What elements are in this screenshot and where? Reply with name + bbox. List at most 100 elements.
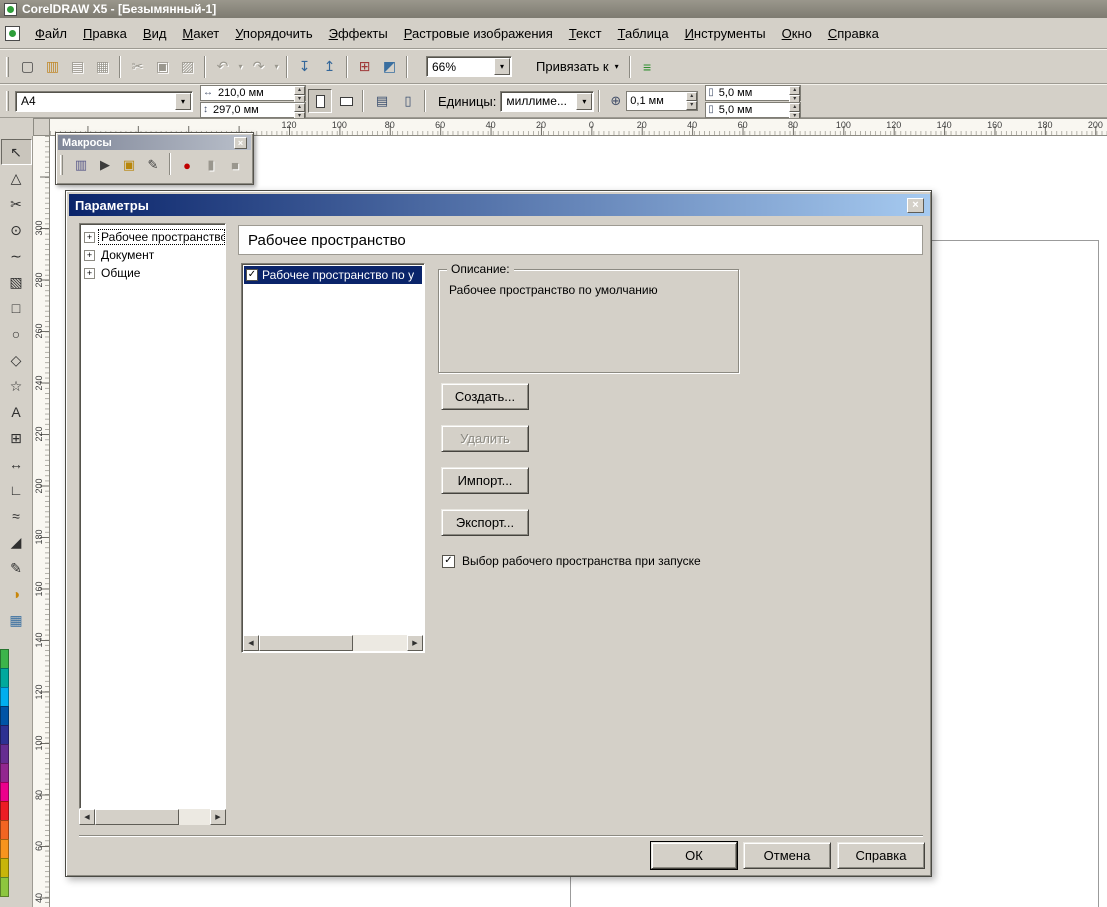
- menu-item[interactable]: Эффекты: [321, 23, 396, 44]
- color-swatch[interactable]: [0, 687, 9, 707]
- workspace-listbox[interactable]: ✓ Рабочее пространство по у ◀ ▶: [241, 263, 425, 653]
- menu-item[interactable]: Файл: [27, 23, 75, 44]
- ok-button[interactable]: ОК: [651, 842, 737, 869]
- menu-item[interactable]: Макет: [174, 23, 227, 44]
- new-document-button[interactable]: ▢: [15, 55, 40, 79]
- pick-tool[interactable]: ↖: [1, 139, 32, 165]
- color-swatch[interactable]: [0, 782, 9, 802]
- tree-item[interactable]: +Общие: [81, 264, 224, 282]
- zoom-dropdown-icon[interactable]: ▾: [494, 58, 510, 75]
- dimension-tool[interactable]: ↔: [1, 451, 32, 477]
- menu-item[interactable]: Растровые изображения: [396, 23, 561, 44]
- redo-button[interactable]: ↷: [246, 55, 271, 79]
- toolbar-grip[interactable]: [6, 57, 9, 77]
- smart-fill-tool[interactable]: ▧: [1, 269, 32, 295]
- menu-item[interactable]: Инструменты: [677, 23, 774, 44]
- paper-height-spinner[interactable]: ▴▾: [294, 103, 305, 117]
- color-swatch[interactable]: [0, 858, 9, 878]
- open-document-button[interactable]: ▥: [40, 55, 65, 79]
- list-scroll-right-button[interactable]: ▶: [407, 635, 423, 651]
- workspace-list-scrollbar[interactable]: ◀ ▶: [243, 635, 423, 651]
- units-dropdown-icon[interactable]: ▾: [576, 93, 592, 110]
- paper-height-field[interactable]: ↕ 297,0 мм ▴▾: [200, 102, 306, 118]
- export-button[interactable]: Экспорт...: [441, 509, 529, 536]
- help-button[interactable]: Справка: [837, 842, 925, 869]
- options-tree-scrollbar[interactable]: ◀ ▶: [79, 809, 226, 825]
- zoom-tool[interactable]: ⊙: [1, 217, 32, 243]
- paper-width-field[interactable]: ↔ 210,0 мм ▴▾: [200, 85, 306, 101]
- record-macro-button[interactable]: ●: [175, 153, 199, 177]
- startup-option-row[interactable]: ✓ Выбор рабочего пространства при запуск…: [442, 554, 701, 568]
- tree-expand-icon[interactable]: +: [84, 232, 95, 243]
- workspace-item-checkbox[interactable]: ✓: [246, 269, 258, 281]
- spin-up-icon[interactable]: ▴: [789, 86, 800, 95]
- polygon-tool[interactable]: ◇: [1, 347, 32, 373]
- print-button[interactable]: ▦: [90, 55, 115, 79]
- corel-connect-button[interactable]: ◩: [377, 55, 402, 79]
- import-button[interactable]: Импорт...: [441, 467, 529, 494]
- tree-scroll-left-button[interactable]: ◀: [79, 809, 95, 825]
- connector-tool[interactable]: ∟: [1, 477, 32, 503]
- delete-button[interactable]: Удалить: [441, 425, 529, 452]
- paper-width-spinner[interactable]: ▴▾: [294, 86, 305, 100]
- snap-options-button[interactable]: ≡: [635, 55, 660, 79]
- paste-button[interactable]: ▨: [175, 55, 200, 79]
- options-dialog-close-button[interactable]: ×: [907, 198, 924, 213]
- tree-expand-icon[interactable]: +: [84, 250, 95, 261]
- undo-button[interactable]: ↶: [210, 55, 235, 79]
- basic-shapes-tool[interactable]: ☆: [1, 373, 32, 399]
- macros-close-button[interactable]: ×: [234, 137, 247, 149]
- shape-tool[interactable]: △: [1, 165, 32, 191]
- outline-pen-tool[interactable]: ✎: [1, 555, 32, 581]
- tree-item[interactable]: +Рабочее пространство: [81, 228, 224, 246]
- options-dialog-titlebar[interactable]: Параметры ×: [69, 194, 930, 216]
- save-document-button[interactable]: ▤: [65, 55, 90, 79]
- list-scrollbar-track[interactable]: [259, 635, 407, 651]
- snap-to-button[interactable]: Привязать к ▾: [530, 55, 625, 78]
- new-macro-button[interactable]: ▣: [117, 153, 141, 177]
- color-swatch[interactable]: [0, 820, 9, 840]
- tree-scrollbar-track[interactable]: [95, 809, 210, 825]
- blend-tool[interactable]: ≈: [1, 503, 32, 529]
- crop-tool[interactable]: ✂: [1, 191, 32, 217]
- page-size-combo[interactable]: A4 ▾: [15, 91, 193, 112]
- duplicate-x-field[interactable]: ▯ 5,0 мм ▴▾: [705, 85, 801, 101]
- tree-scrollbar-thumb[interactable]: [95, 809, 179, 825]
- color-swatch[interactable]: [0, 839, 9, 859]
- all-pages-button[interactable]: ▤: [370, 89, 394, 113]
- page-size-dropdown-icon[interactable]: ▾: [175, 93, 191, 110]
- cut-button[interactable]: ✂: [125, 55, 150, 79]
- menu-item[interactable]: Текст: [561, 23, 610, 44]
- options-tree[interactable]: +Рабочее пространство+Документ+Общие: [79, 223, 226, 809]
- macros-titlebar[interactable]: Макросы ×: [58, 135, 251, 150]
- interactive-fill-tool[interactable]: ▦: [1, 607, 32, 633]
- menu-item[interactable]: Правка: [75, 23, 135, 44]
- text-tool[interactable]: A: [1, 399, 32, 425]
- duplicate-y-field[interactable]: ▯ 5,0 мм ▴▾: [705, 102, 801, 118]
- pause-recording-button[interactable]: ▮: [199, 153, 223, 177]
- units-combo[interactable]: миллиме... ▾: [500, 91, 594, 112]
- nudge-field[interactable]: 0,1 мм ▴▾: [626, 91, 698, 111]
- color-swatch[interactable]: [0, 668, 9, 688]
- vertical-ruler[interactable]: 300280260240220200180160140120100806040: [33, 136, 50, 907]
- tree-expand-icon[interactable]: +: [84, 268, 95, 279]
- import-button[interactable]: ↧: [292, 55, 317, 79]
- landscape-button[interactable]: [334, 89, 358, 113]
- stop-recording-button[interactable]: ■: [223, 153, 247, 177]
- list-scroll-left-button[interactable]: ◀: [243, 635, 259, 651]
- undo-list-button[interactable]: ▾: [235, 55, 246, 79]
- current-page-button[interactable]: ▯: [396, 89, 420, 113]
- color-swatch[interactable]: [0, 725, 9, 745]
- tree-scroll-right-button[interactable]: ▶: [210, 809, 226, 825]
- list-scrollbar-thumb[interactable]: [259, 635, 353, 651]
- zoom-level-combo[interactable]: 66% ▾: [426, 56, 512, 77]
- menu-item[interactable]: Справка: [820, 23, 887, 44]
- edit-macro-button[interactable]: ✎: [141, 153, 165, 177]
- export-button[interactable]: ↥: [317, 55, 342, 79]
- workspace-list-item[interactable]: ✓ Рабочее пространство по у: [244, 266, 422, 284]
- menu-item[interactable]: Окно: [774, 23, 820, 44]
- fill-tool[interactable]: ◑: [1, 581, 32, 607]
- run-macro-button[interactable]: ▶: [93, 153, 117, 177]
- toolbar-grip[interactable]: [60, 155, 63, 175]
- spin-up-icon[interactable]: ▴: [789, 103, 800, 112]
